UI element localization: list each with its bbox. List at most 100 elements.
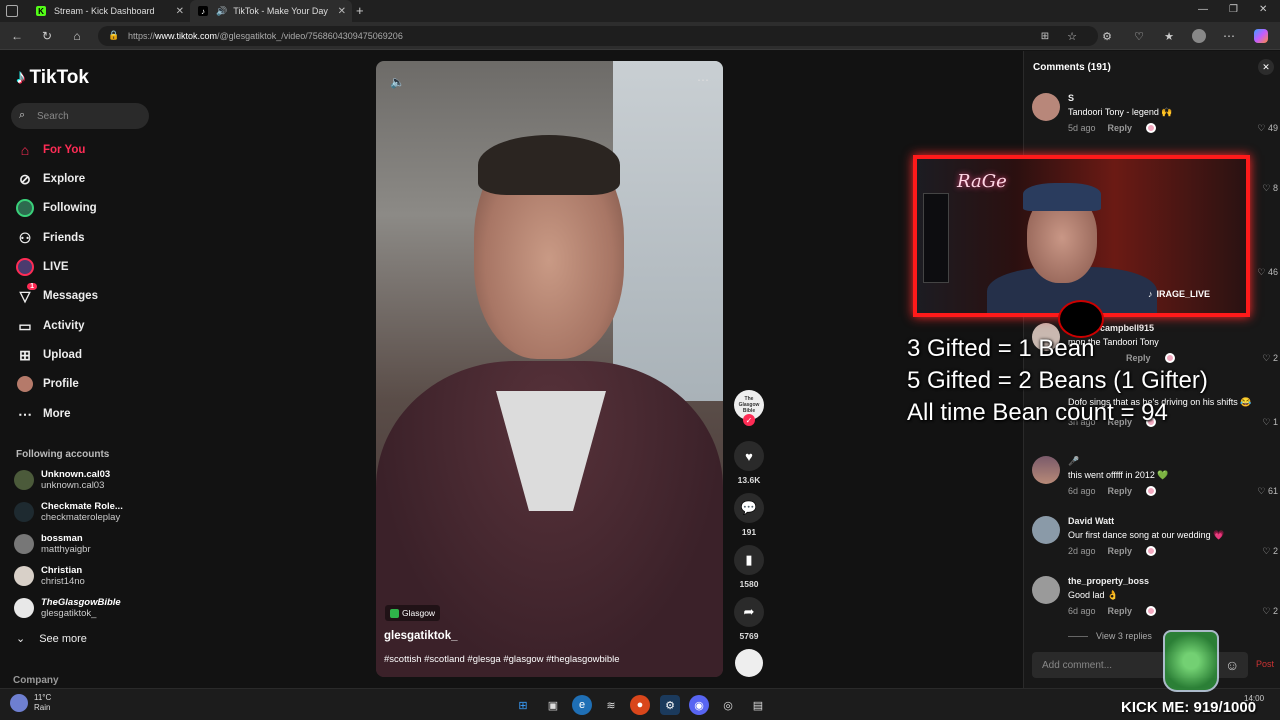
following-account[interactable]: Christian christ14no (14, 562, 154, 590)
tab-kick-dashboard[interactable]: K Stream - Kick Dashboard ✕ (28, 0, 190, 22)
weather-widget[interactable]: 11°C Rain (10, 693, 51, 713)
close-comments-icon[interactable]: ✕ (1258, 59, 1274, 75)
reply-button[interactable]: Reply (1108, 486, 1133, 496)
url-field[interactable]: 🔒 https://www.tiktok.com/@glesgatiktok_/… (98, 26, 1098, 46)
comment-like-button[interactable]: ♡ 46 (1257, 267, 1278, 278)
browser-essentials-icon[interactable]: ♡ (1130, 27, 1148, 45)
reaction-icon[interactable] (1146, 486, 1157, 496)
comment-like-button[interactable]: ♡ 61 (1257, 486, 1278, 497)
profile-avatar-icon[interactable] (1190, 27, 1208, 45)
nav-for-you[interactable]: ⌂ For You (16, 140, 156, 160)
discord-icon[interactable]: ◉ (689, 695, 709, 715)
comment-like-button[interactable]: ♡ 8 (1262, 183, 1278, 194)
new-tab-icon[interactable]: + (356, 3, 364, 18)
tiktok-logo[interactable]: ♪ TikTok (16, 67, 89, 89)
view-replies-button[interactable]: View 3 replies (1068, 631, 1152, 641)
extensions-icon[interactable]: ⚙ (1098, 27, 1116, 45)
comment-like-button[interactable]: ♡ 1 (1262, 417, 1278, 428)
comment-user[interactable]: the_property_boss (1068, 576, 1149, 586)
favorites-icon[interactable]: ★ (1160, 27, 1178, 45)
nav-explore[interactable]: ⊘ Explore (16, 169, 156, 189)
account-name: Christian (41, 565, 83, 576)
close-tab-icon[interactable]: ✕ (338, 6, 346, 17)
comment-like-button[interactable]: ♡ 2 (1262, 546, 1278, 557)
following-account[interactable]: Unknown.cal03 unknown.cal03 (14, 466, 154, 494)
follow-check-icon[interactable]: ✓ (743, 414, 755, 426)
settings-icon[interactable]: ⚙ (660, 695, 680, 715)
search-input[interactable]: ⌕ Search (11, 103, 149, 129)
nav-upload[interactable]: ⊞ Upload (16, 345, 156, 365)
copilot-icon[interactable] (1252, 27, 1270, 45)
maximize-icon[interactable]: ❐ (1229, 4, 1238, 15)
bookmark-icon: ▮ (734, 545, 764, 575)
nav-more[interactable]: ⋯ More (16, 404, 156, 424)
task-view-icon[interactable]: ▣ (543, 695, 563, 715)
comments-title: Comments (191) (1033, 62, 1111, 73)
nav-friends[interactable]: ⚇ Friends (16, 228, 156, 248)
app-view-icon[interactable]: ⊞ (1036, 27, 1054, 45)
webcam-monitor (923, 193, 949, 283)
author-avatar-button[interactable]: The Glasgow Bible ✓ (734, 390, 764, 426)
volume-icon[interactable]: 🔈 (390, 75, 405, 89)
avatar[interactable] (1032, 576, 1060, 604)
emoji-icon[interactable]: ☺ (1225, 657, 1239, 673)
back-icon[interactable]: ← (8, 27, 26, 45)
favorite-star-icon[interactable]: ☆ (1063, 27, 1081, 45)
nav-activity[interactable]: ▭ Activity (16, 316, 156, 336)
app-icon-2[interactable]: ◎ (718, 695, 738, 715)
refresh-icon[interactable]: ↻ (38, 27, 56, 45)
save-button[interactable]: ▮ 1580 (734, 545, 764, 589)
following-account[interactable]: bossman matthyaigbr (14, 530, 154, 558)
reply-button[interactable]: Reply (1108, 123, 1133, 133)
video-author[interactable]: glesgatiktok_ (384, 630, 458, 642)
like-button[interactable]: ♥ 13.6K (734, 441, 764, 485)
start-icon[interactable]: ⊞ (513, 695, 533, 715)
nav-messages[interactable]: ▽ 1 Messages (16, 283, 156, 306)
video-player[interactable]: 🔈 ⋯ Glasgow glesgatiktok_ #scottish #sco… (376, 61, 723, 677)
video-options-icon[interactable]: ⋯ (697, 73, 709, 87)
browser-menu-icon[interactable]: ⋯ (1220, 27, 1238, 45)
following-account[interactable]: Checkmate Role... checkmateroleplay (14, 498, 154, 526)
tab-tiktok[interactable]: ♪ 🔊 TikTok - Make Your Day ✕ (190, 0, 352, 22)
reply-button[interactable]: Reply (1126, 353, 1151, 363)
comment-user[interactable]: S (1068, 93, 1074, 103)
comment-user[interactable]: campbell915 (1100, 323, 1154, 333)
post-button[interactable]: Post (1256, 659, 1274, 669)
comment-like-button[interactable]: ♡ 2 (1262, 353, 1278, 364)
reaction-icon[interactable] (1146, 123, 1157, 133)
comment-user[interactable]: 🎤 (1068, 456, 1079, 467)
avatar[interactable] (1032, 93, 1060, 121)
following-account[interactable]: TheGlasgowBible glesgatiktok_ (14, 594, 154, 622)
location-tag[interactable]: Glasgow (385, 605, 441, 621)
close-window-icon[interactable]: ✕ (1259, 4, 1267, 15)
minimize-icon[interactable]: — (1198, 4, 1208, 15)
reaction-icon[interactable] (1146, 546, 1157, 556)
share-button[interactable]: ➦ 5769 (734, 597, 764, 641)
nav-following[interactable]: Following (16, 198, 156, 218)
company-link[interactable]: Company (13, 675, 59, 686)
nav-profile[interactable]: Profile (16, 374, 156, 394)
close-tab-icon[interactable]: ✕ (176, 6, 184, 17)
video-hashtags[interactable]: #scottish #scotland #glesga #glasgow #th… (384, 654, 620, 665)
home-browser-icon[interactable]: ⌂ (68, 27, 86, 45)
avatar[interactable] (1032, 456, 1060, 484)
reply-button[interactable]: Reply (1108, 606, 1133, 616)
reaction-icon[interactable] (1164, 353, 1175, 363)
location-label: Glasgow (402, 608, 436, 618)
music-disc-button[interactable] (734, 649, 764, 677)
app-icon-3[interactable]: ▤ (748, 695, 768, 715)
comment-user[interactable]: David Watt (1068, 516, 1114, 526)
comment-like-button[interactable]: ♡ 49 (1257, 123, 1278, 134)
comment-like-button[interactable]: ♡ 2 (1262, 606, 1278, 617)
tab-actions-icon[interactable] (6, 5, 18, 17)
edge-icon[interactable]: e (572, 695, 592, 715)
app-icon-1[interactable]: ≋ (601, 695, 621, 715)
obs-icon[interactable]: ● (630, 695, 650, 715)
avatar[interactable] (1032, 516, 1060, 544)
reply-button[interactable]: Reply (1108, 546, 1133, 556)
nav-live[interactable]: LIVE (16, 257, 156, 277)
audio-playing-icon[interactable]: 🔊 (216, 6, 227, 17)
reaction-icon[interactable] (1146, 606, 1157, 616)
see-more-button[interactable]: ⌄ See more (16, 632, 87, 646)
comment-button[interactable]: 💬 191 (734, 493, 764, 537)
